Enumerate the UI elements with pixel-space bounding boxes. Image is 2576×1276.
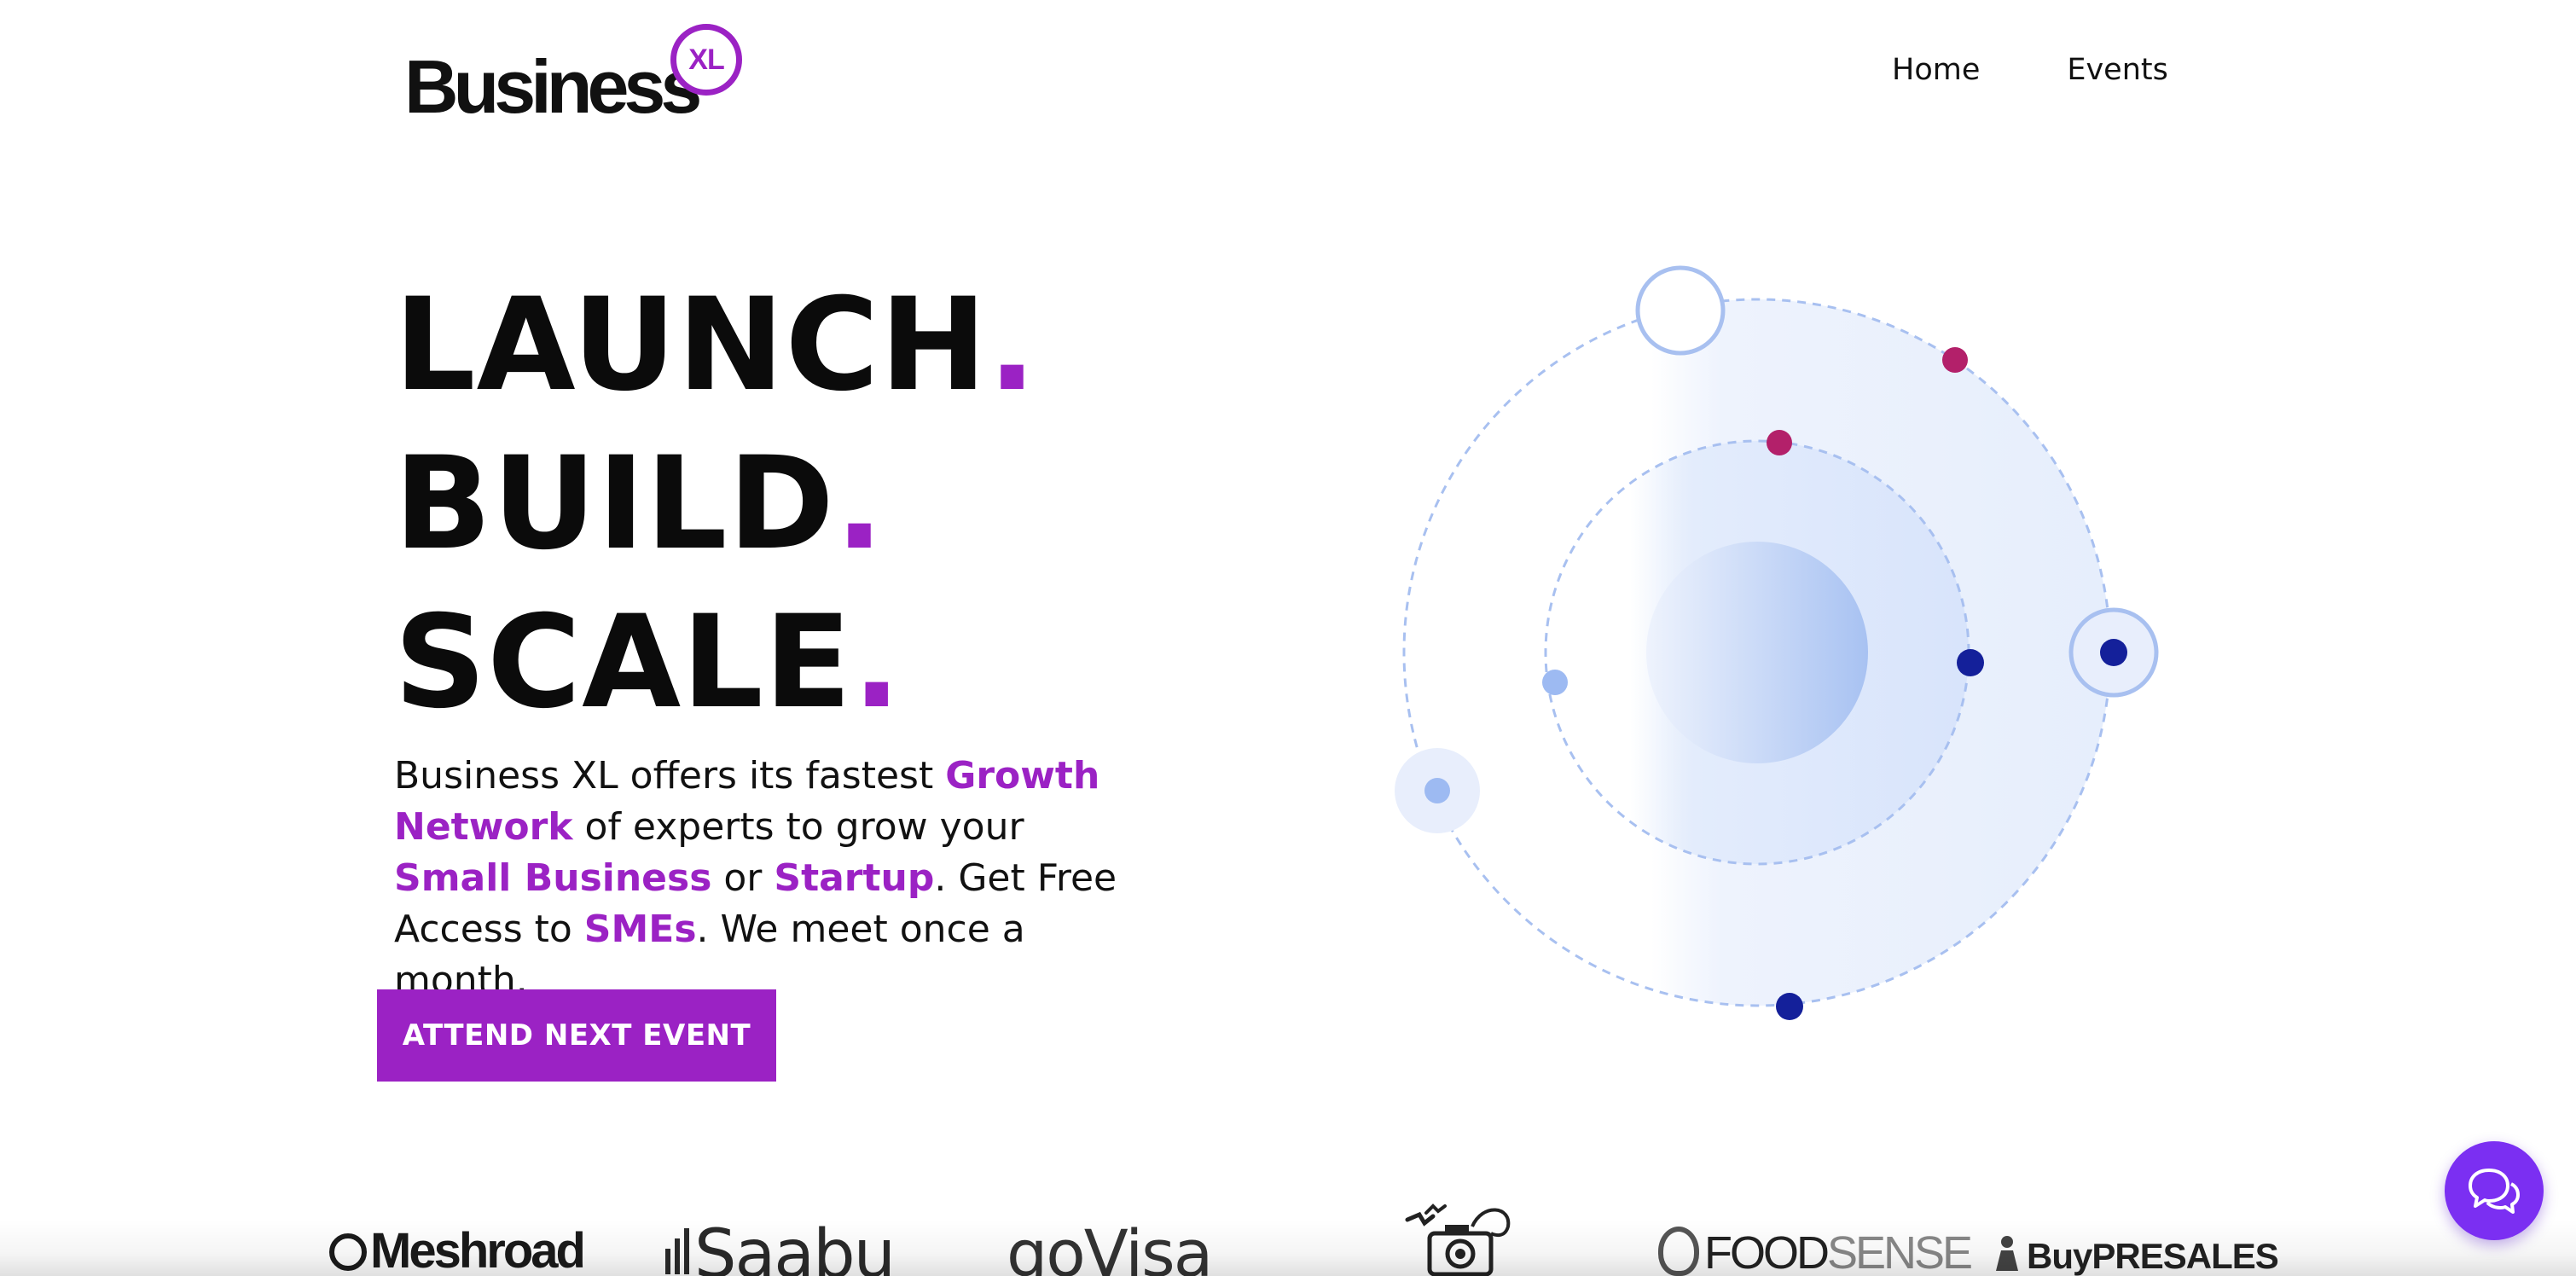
buypresales-figure-icon (1996, 1236, 2018, 1271)
headline-line-launch: LAUNCH. (394, 271, 1037, 420)
nav-events-link[interactable]: Events (2067, 53, 2168, 87)
logo-badge: XL (670, 24, 742, 96)
partner-logo-govisa: go Visa (1007, 1215, 1213, 1276)
partner-logo-saabu: Saabu (665, 1221, 896, 1276)
saabu-bars-icon (665, 1228, 689, 1274)
partner-logo-foodsense: FOOD SENSE (1658, 1227, 1973, 1276)
meshroad-ring-icon (329, 1233, 367, 1271)
orbit-dot-light-left (1424, 778, 1450, 803)
orbit-dot-light-inner (1542, 670, 1568, 695)
chat-widget-button[interactable] (2445, 1141, 2544, 1240)
partner-logo-buypresales: Buy PRESALES (1991, 1235, 2279, 1274)
foodsense-face-icon (1658, 1227, 1699, 1276)
nav-home-link[interactable]: Home (1892, 53, 1980, 87)
orbit-dot-navy-right (2100, 639, 2127, 666)
orbit-core (1646, 542, 1868, 763)
attend-next-event-button[interactable]: ATTEND NEXT EVENT (377, 989, 776, 1082)
chat-bubbles-icon (2469, 1169, 2520, 1214)
orbit-dot-magenta-outer (1942, 347, 1968, 373)
page: Business XL Home Events LAUNCH. BUILD. S… (0, 0, 2576, 1276)
headline-line-scale: SCALE. (394, 589, 902, 737)
hero-description: Business XL offers its fastest Growth Ne… (394, 754, 1117, 1002)
partner-logo-meshroad: Meshroad (329, 1227, 586, 1276)
hero-headline: LAUNCH. BUILD. SCALE. (394, 266, 1037, 742)
camera-birds-icon (1405, 1204, 1511, 1276)
headline-line-build: BUILD. (394, 430, 885, 578)
orbit-dot-navy-inner (1957, 649, 1984, 676)
orbit-hollow-top (1635, 265, 1726, 356)
partner-logos-strip: Meshroad Saabu go Visa FOOD SENSE Buy PR… (0, 1194, 2576, 1276)
orbit-dot-magenta-inner (1767, 430, 1792, 455)
logo-wordmark: Business (404, 44, 702, 129)
orbit-illustration (1395, 265, 2159, 1020)
business-xl-logo[interactable]: Business XL (404, 24, 746, 130)
main-nav: Home Events (1892, 53, 2168, 87)
orbit-dot-navy-bottom (1776, 993, 1803, 1020)
